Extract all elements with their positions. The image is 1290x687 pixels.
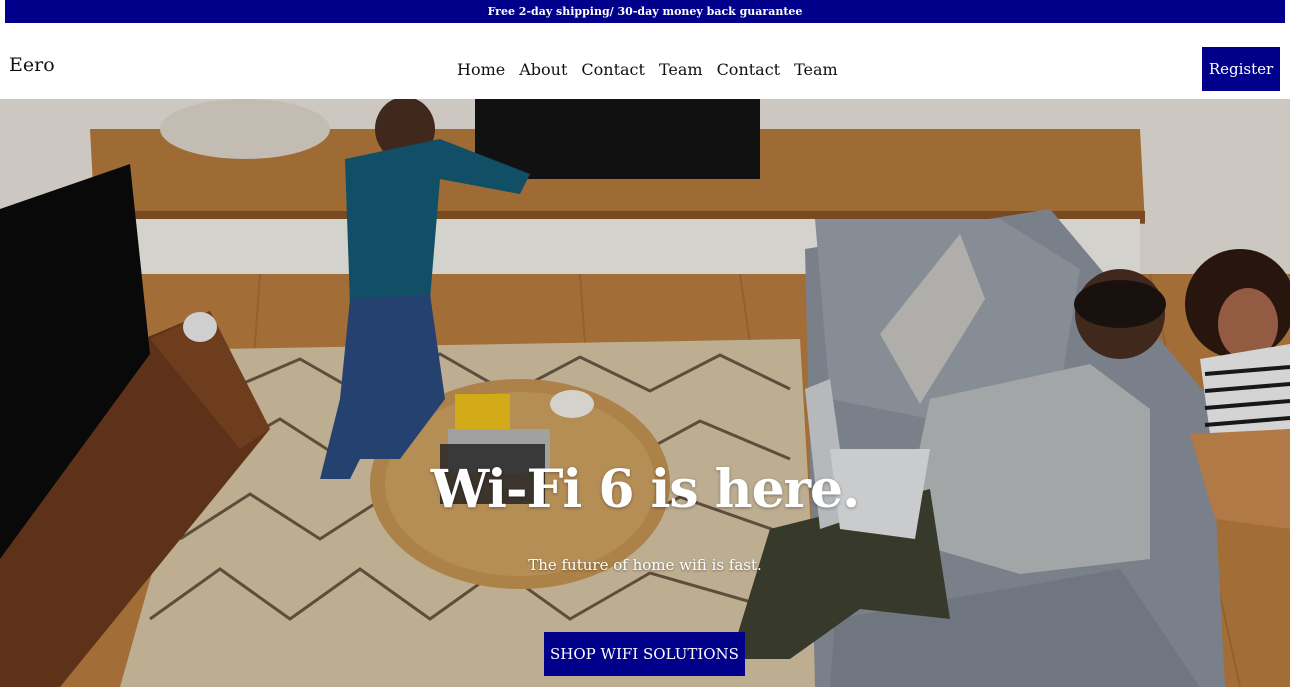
family-living-room-photo bbox=[0, 99, 1290, 687]
main-nav: Home About Contact Team Contact Team bbox=[457, 60, 852, 79]
announcement-text: Free 2-day shipping/ 30-day money back g… bbox=[487, 5, 803, 18]
nav-about[interactable]: About bbox=[519, 60, 567, 79]
shop-wifi-button[interactable]: SHOP WIFI SOLUTIONS bbox=[544, 632, 745, 676]
site-logo[interactable]: Eero bbox=[9, 54, 55, 76]
nav-contact[interactable]: Contact bbox=[581, 60, 645, 79]
nav-contact-2[interactable]: Contact bbox=[717, 60, 781, 79]
hero-title: Wi-Fi 6 is here. bbox=[430, 459, 861, 520]
hero-section: Wi-Fi 6 is here. The future of home wifi… bbox=[0, 99, 1290, 687]
nav-home[interactable]: Home bbox=[457, 60, 505, 79]
site-header: Eero Home About Contact Team Contact Tea… bbox=[0, 23, 1290, 99]
nav-team[interactable]: Team bbox=[659, 60, 703, 79]
hero-subtitle: The future of home wifi is fast. bbox=[528, 556, 762, 574]
register-button[interactable]: Register bbox=[1202, 47, 1280, 91]
nav-team-2[interactable]: Team bbox=[794, 60, 838, 79]
announcement-bar: Free 2-day shipping/ 30-day money back g… bbox=[5, 0, 1285, 23]
